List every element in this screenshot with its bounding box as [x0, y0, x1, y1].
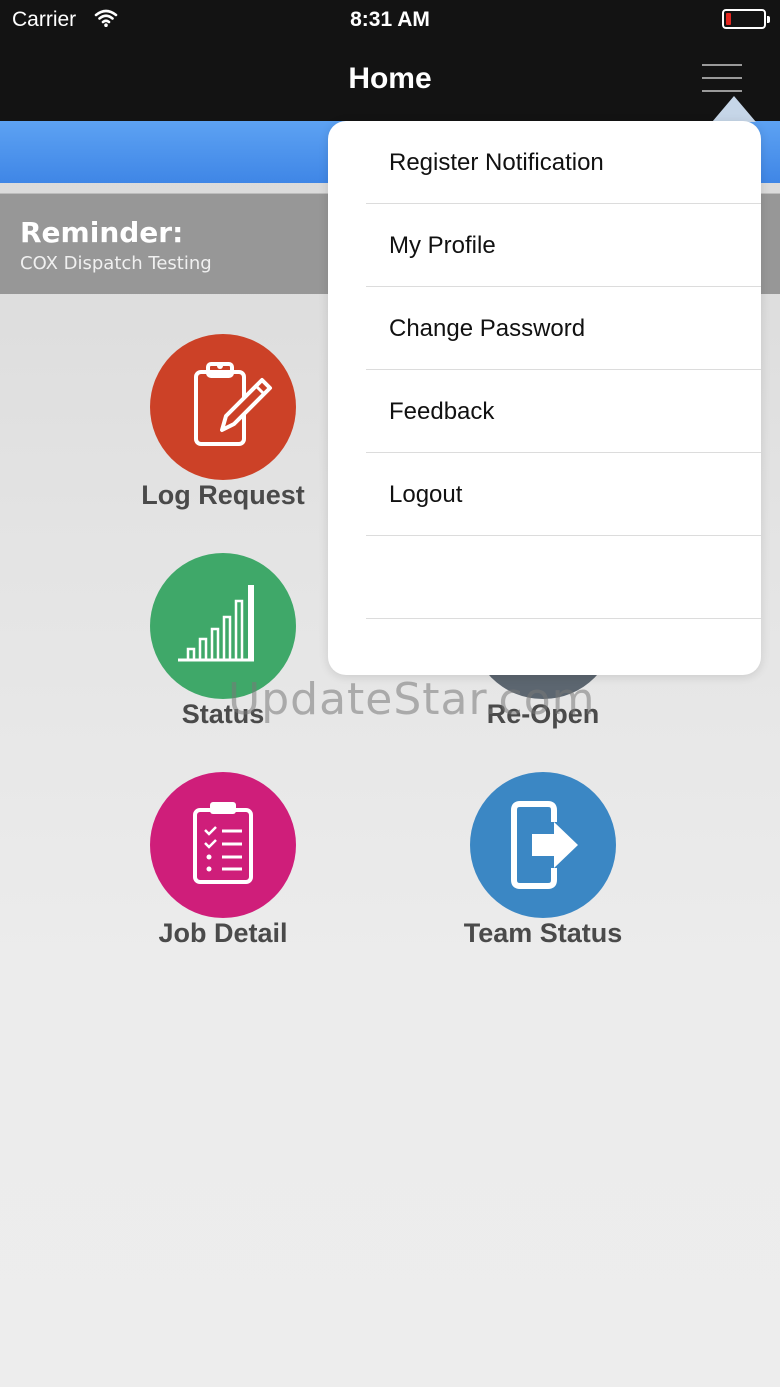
- tile-log-request[interactable]: Log Request: [103, 334, 343, 534]
- menu-line-icon: [702, 77, 742, 79]
- menu-item-register-notification[interactable]: Register Notification: [366, 121, 761, 204]
- tile-job-detail[interactable]: Job Detail: [103, 772, 343, 972]
- menu-item-label: Change Password: [389, 315, 586, 342]
- job-detail-circle[interactable]: [150, 772, 296, 918]
- log-request-label: Log Request: [141, 480, 305, 510]
- dropdown-pointer: [712, 96, 756, 122]
- battery-level: [726, 13, 731, 25]
- job-detail-label: Job Detail: [158, 918, 288, 948]
- log-request-circle[interactable]: [150, 334, 296, 480]
- exit-arrow-icon: [511, 801, 578, 889]
- status-bar: Carrier 8:31 AM: [0, 0, 780, 40]
- dropdown-menu: Register Notification My Profile Change …: [328, 121, 761, 675]
- menu-line-icon: [702, 90, 742, 92]
- page-title: Home: [348, 62, 432, 95]
- nav-bar: Home: [0, 40, 780, 121]
- reminder-text: COX Dispatch Testing: [20, 253, 212, 274]
- menu-item-label: Feedback: [389, 398, 495, 425]
- menu-item-label: Register Notification: [389, 149, 604, 176]
- menu-item-label: Logout: [389, 481, 463, 508]
- menu-item-empty[interactable]: [366, 536, 761, 619]
- menu-item-logout[interactable]: Logout: [366, 453, 761, 536]
- battery-icon: [722, 9, 770, 29]
- menu-item-feedback[interactable]: Feedback: [366, 370, 761, 453]
- menu-item-label: My Profile: [389, 232, 496, 259]
- clock: 8:31 AM: [350, 8, 430, 31]
- reminder-title: Reminder:: [20, 216, 184, 249]
- tile-team-status[interactable]: Team Status: [423, 772, 663, 972]
- watermark: UpdateStar.com: [228, 674, 596, 725]
- hamburger-menu-button[interactable]: [694, 58, 750, 98]
- clipboard-pencil-icon: [194, 362, 272, 446]
- team-status-circle[interactable]: [470, 772, 616, 918]
- checklist-icon: [193, 802, 253, 884]
- menu-item-change-password[interactable]: Change Password: [366, 287, 761, 370]
- team-status-label: Team Status: [463, 918, 623, 948]
- menu-item-my-profile[interactable]: My Profile: [366, 204, 761, 287]
- menu-line-icon: [702, 64, 742, 66]
